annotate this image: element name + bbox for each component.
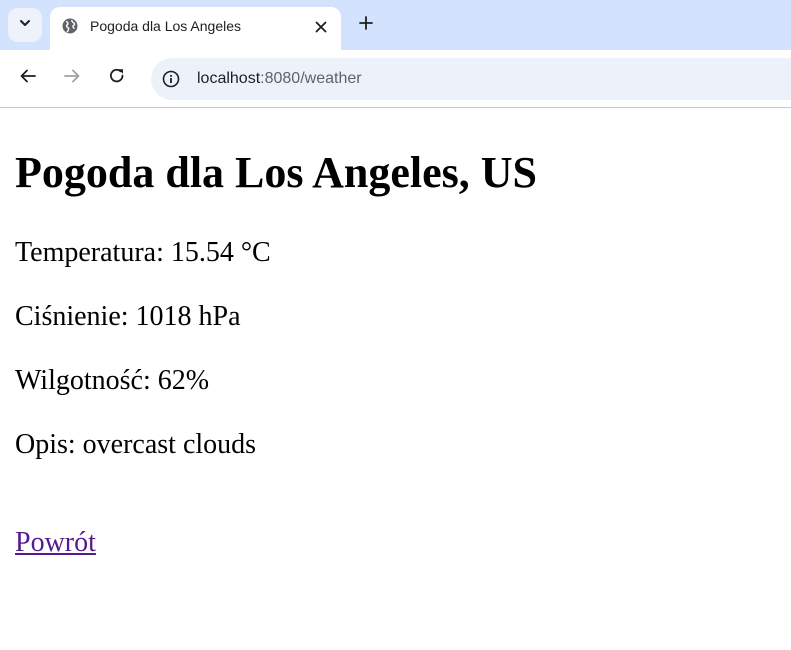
url-host: localhost — [197, 70, 261, 87]
back-button[interactable] — [16, 66, 40, 90]
temperature-text: Temperatura: 15.54 °C — [15, 237, 271, 268]
page-title: Pogoda dla Los Angeles, US — [15, 148, 537, 197]
reload-icon — [108, 67, 126, 90]
chevron-down-icon — [18, 16, 32, 35]
pressure-text: Ciśnienie: 1018 hPa — [15, 301, 241, 332]
info-icon[interactable] — [161, 69, 181, 89]
address-bar[interactable]: localhost:8080/weather — [151, 58, 791, 100]
active-tab[interactable]: Pogoda dla Los Angeles — [50, 7, 341, 50]
browser-toolbar: localhost:8080/weather — [0, 50, 791, 108]
tab-strip: Pogoda dla Los Angeles — [0, 0, 791, 50]
arrow-right-icon — [63, 67, 81, 90]
url-path: :8080/weather — [260, 70, 362, 87]
tab-search-button[interactable] — [8, 8, 42, 42]
plus-icon — [359, 15, 373, 35]
description-text: Opis: overcast clouds — [15, 429, 257, 460]
globe-icon — [62, 18, 78, 34]
browser-chrome: Pogoda dla Los Angeles localhost:8080/we… — [0, 0, 791, 108]
reload-button[interactable] — [105, 66, 129, 90]
back-link[interactable]: Powrót — [15, 527, 96, 559]
close-icon[interactable] — [311, 17, 331, 37]
arrow-left-icon — [19, 67, 37, 90]
forward-button[interactable] — [60, 66, 84, 90]
page-content: Pogoda dla Los Angeles, US Temperatura: … — [0, 108, 791, 650]
url-text: localhost:8080/weather — [197, 70, 362, 88]
humidity-text: Wilgotność: 62% — [15, 365, 210, 396]
tab-title: Pogoda dla Los Angeles — [90, 18, 242, 34]
new-tab-button[interactable] — [354, 13, 378, 37]
